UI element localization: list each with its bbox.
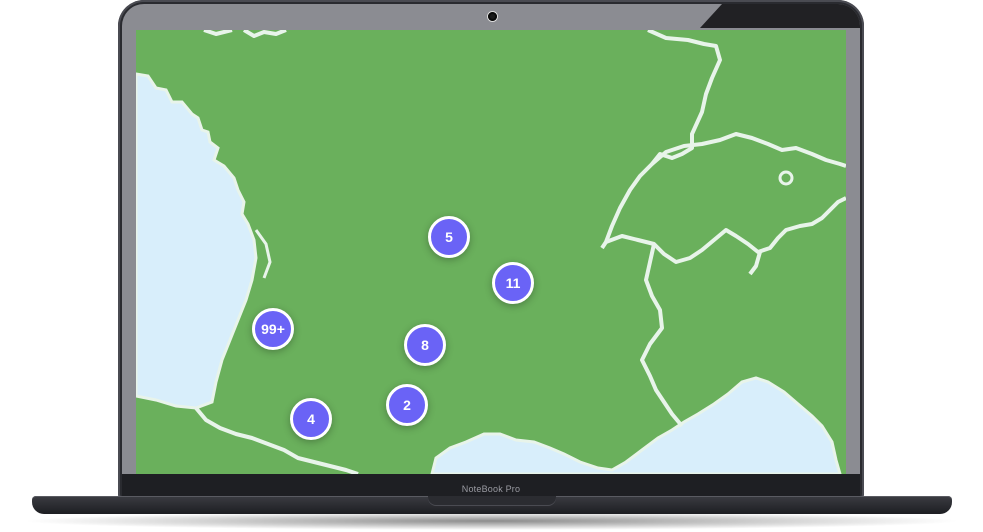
trackpad-notch: [428, 496, 556, 506]
device-shadow: [20, 512, 963, 530]
map-cluster-marker[interactable]: 4: [290, 398, 332, 440]
map-cluster-marker[interactable]: 5: [428, 216, 470, 258]
webcam-icon: [488, 12, 497, 21]
map-cluster-marker[interactable]: 8: [404, 324, 446, 366]
map-view[interactable]: 5 11 99+ 8 2 4: [136, 30, 846, 474]
laptop-mockup: 5 11 99+ 8 2 4 NoteBook Pro: [0, 0, 983, 532]
map-canvas[interactable]: [136, 30, 846, 474]
map-cluster-marker[interactable]: 99+: [252, 308, 294, 350]
map-cluster-marker[interactable]: 11: [492, 262, 534, 304]
brand-label: NoteBook Pro: [461, 484, 521, 494]
map-cluster-marker[interactable]: 2: [386, 384, 428, 426]
